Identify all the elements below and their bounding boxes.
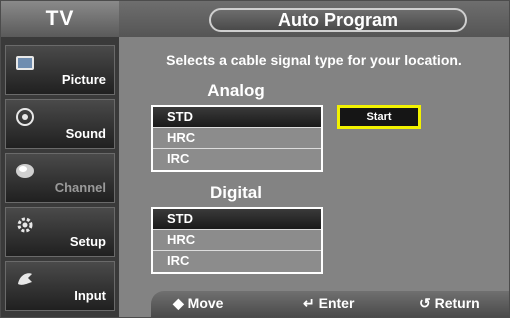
digital-option-hrc[interactable]: HRC <box>153 230 321 251</box>
sound-icon <box>16 108 34 126</box>
analog-option-irc[interactable]: IRC <box>153 149 321 170</box>
start-button-label: Start <box>340 108 418 126</box>
auto-program-panel: Selects a cable signal type for your loc… <box>121 37 509 317</box>
enter-hint: ↵ Enter <box>303 295 355 311</box>
digital-option-irc[interactable]: IRC <box>153 251 321 272</box>
analog-section-title: Analog <box>207 81 265 100</box>
sidebar-item-label: Sound <box>65 126 106 141</box>
sidebar-item-input[interactable]: Input <box>5 261 115 311</box>
analog-option-std[interactable]: STD <box>153 107 321 128</box>
sidebar-item-label: Channel <box>54 180 106 195</box>
sidebar-item-channel[interactable]: Channel <box>5 153 115 203</box>
sidebar-menu: Picture Sound Channel Setup Input <box>1 37 119 317</box>
digital-option-std[interactable]: STD <box>153 209 321 230</box>
digital-signal-list: STD HRC IRC <box>151 207 323 274</box>
tv-menu-screen: TV Auto Program Picture Sound Channel Se… <box>0 0 510 318</box>
input-icon <box>18 273 32 285</box>
analog-option-hrc[interactable]: HRC <box>153 128 321 149</box>
sidebar-item-sound[interactable]: Sound <box>5 99 115 149</box>
sidebar-item-label: Setup <box>69 234 106 249</box>
sidebar-item-setup[interactable]: Setup <box>5 207 115 257</box>
move-hint: ◆ Move <box>173 295 224 311</box>
sidebar-item-label: Picture <box>61 72 106 87</box>
navigation-hint-bar: ◆ Move ↵ Enter ↺ Return <box>151 291 509 317</box>
setup-icon <box>17 217 33 233</box>
page-title: Auto Program <box>209 8 467 32</box>
picture-icon <box>16 56 34 70</box>
digital-section-title: Digital <box>210 183 262 202</box>
tv-menu-tab[interactable]: TV <box>1 1 119 37</box>
description-text: Selects a cable signal type for your loc… <box>166 52 462 68</box>
return-hint: ↺ Return <box>419 295 480 311</box>
analog-signal-list: STD HRC IRC <box>151 105 323 172</box>
sidebar-item-label: Input <box>74 288 106 303</box>
sidebar-item-picture[interactable]: Picture <box>5 45 115 95</box>
channel-icon <box>16 164 34 178</box>
start-button[interactable]: Start <box>337 105 421 129</box>
